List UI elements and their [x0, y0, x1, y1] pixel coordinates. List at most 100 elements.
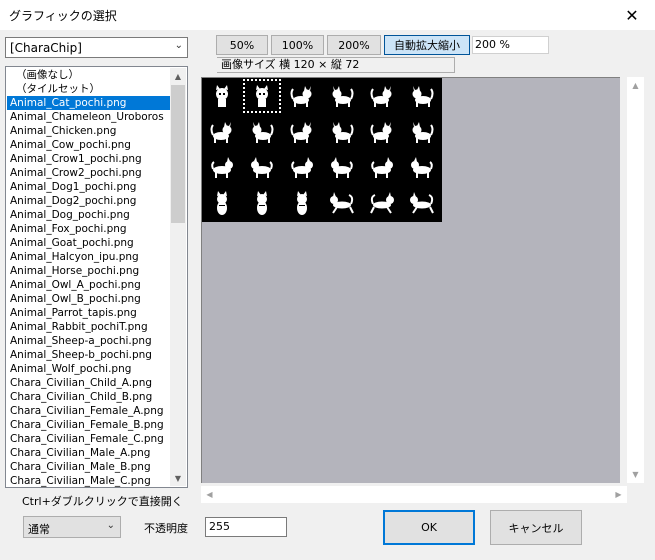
file-list-item[interactable]: Animal_Parrot_tapis.png [7, 306, 171, 320]
image-preview[interactable] [201, 77, 620, 483]
file-list-item[interactable]: （タイルセット） [7, 82, 171, 96]
window-title: グラフィックの選択 [9, 9, 117, 23]
file-list-item[interactable]: Chara_Civilian_Male_B.png [7, 460, 171, 474]
file-list-item[interactable]: Chara_Civilian_Male_A.png [7, 446, 171, 460]
cat-sprite-icon [410, 192, 434, 214]
file-list-item[interactable]: Animal_Goat_pochi.png [7, 236, 171, 250]
ok-button[interactable]: OK [383, 510, 475, 545]
scroll-down-arrow-icon[interactable]: ▼ [170, 470, 186, 486]
sprite-cell[interactable] [282, 78, 322, 114]
sprite-sheet[interactable] [202, 78, 442, 222]
cat-sprite-icon [370, 192, 394, 214]
sprite-cell[interactable] [242, 186, 282, 222]
file-list-item[interactable]: Animal_Sheep-a_pochi.png [7, 334, 171, 348]
sprite-cell[interactable] [202, 78, 242, 114]
sprite-cell[interactable] [362, 150, 402, 186]
sprite-cell[interactable] [242, 150, 282, 186]
scroll-up-arrow-icon[interactable]: ▲ [170, 68, 186, 84]
folder-dropdown-value: [CharaChip] [10, 41, 82, 55]
file-list-scrollbar[interactable]: ▲ ▼ [170, 68, 186, 486]
file-list-item[interactable]: Animal_Dog_pochi.png [7, 208, 171, 222]
file-list-item[interactable]: Animal_Fox_pochi.png [7, 222, 171, 236]
file-list-item[interactable]: Animal_Owl_A_pochi.png [7, 278, 171, 292]
cat-sprite-icon [256, 85, 268, 107]
sprite-cell[interactable] [322, 78, 362, 114]
opacity-label: 不透明度 [144, 522, 188, 535]
file-list-item[interactable]: Animal_Cow_pochi.png [7, 138, 171, 152]
file-list[interactable]: （画像なし） （タイルセット） Animal_Cat_pochi.png Animal… [5, 66, 188, 488]
sprite-cell[interactable] [402, 78, 442, 114]
scroll-left-arrow-icon[interactable]: ◀ [201, 486, 218, 503]
sprite-cell[interactable] [202, 150, 242, 186]
file-list-item[interactable]: Animal_Dog1_pochi.png [7, 180, 171, 194]
file-list-item[interactable]: Animal_Horse_pochi.png [7, 264, 171, 278]
open-hint-label: Ctrl+ダブルクリックで直接開く [22, 495, 183, 508]
cat-sprite-icon [412, 86, 434, 107]
file-list-item[interactable]: Animal_Halcyon_ipu.png [7, 250, 171, 264]
blend-mode-value: 通常 [28, 523, 50, 536]
opacity-input[interactable]: 255 [205, 517, 287, 537]
sprite-cell[interactable] [362, 78, 402, 114]
file-list-item[interactable]: Animal_Wolf_pochi.png [7, 362, 171, 376]
file-list-item[interactable]: Chara_Civilian_Female_C.png [7, 432, 171, 446]
zoom-value-field[interactable]: 200 % [472, 36, 549, 54]
cat-sprite-icon [330, 192, 354, 214]
scroll-thumb[interactable] [171, 85, 185, 223]
zoom-50-button[interactable]: 50% [216, 35, 268, 55]
zoom-100-button[interactable]: 100% [271, 35, 324, 55]
file-list-item[interactable]: Animal_Crow2_pochi.png [7, 166, 171, 180]
file-list-item[interactable]: Chara_Civilian_Female_B.png [7, 418, 171, 432]
preview-horizontal-scrollbar[interactable]: ◀ ▶ [201, 486, 627, 503]
file-list-item[interactable]: Animal_Sheep-b_pochi.png [7, 348, 171, 362]
file-list-item[interactable]: Animal_Crow1_pochi.png [7, 152, 171, 166]
zoom-200-button[interactable]: 200% [327, 35, 381, 55]
close-button[interactable]: ✕ [609, 0, 655, 30]
file-list-item[interactable]: Chara_Civilian_Child_B.png [7, 390, 171, 404]
file-list-item[interactable]: Chara_Civilian_Female_A.png [7, 404, 171, 418]
file-list-item[interactable]: Animal_Dog2_pochi.png [7, 194, 171, 208]
sprite-cell[interactable] [282, 114, 322, 150]
cancel-button[interactable]: キャンセル [490, 510, 582, 545]
sprite-cell[interactable] [322, 150, 362, 186]
title-bar: グラフィックの選択 ✕ [0, 0, 655, 30]
sprite-cell[interactable] [322, 186, 362, 222]
sprite-cell[interactable] [202, 186, 242, 222]
cat-sprite-icon [411, 157, 433, 178]
sprite-cell[interactable] [402, 186, 442, 222]
cat-sprite-icon [216, 85, 228, 107]
cat-sprite-icon [371, 157, 393, 178]
file-list-item[interactable]: Chara_Civilian_Male_C.png [7, 474, 171, 487]
sprite-cell[interactable] [242, 78, 282, 114]
sprite-cell[interactable] [402, 150, 442, 186]
cat-sprite-icon [331, 157, 353, 178]
sprite-cell[interactable] [242, 114, 282, 150]
file-list-item[interactable]: Chara_Civilian_Child_A.png [7, 376, 171, 390]
file-list-item[interactable]: Animal_Chameleon_Uroboros [7, 110, 171, 124]
sprite-cell[interactable] [282, 150, 322, 186]
auto-zoom-button[interactable]: 自動拡大縮小 [384, 35, 470, 55]
sprite-cell[interactable] [362, 186, 402, 222]
image-size-info: 画像サイズ 横 120 × 縦 72 [217, 57, 455, 73]
file-list-item[interactable]: Animal_Chicken.png [7, 124, 171, 138]
file-list-item[interactable]: Animal_Rabbit_pochiT.png [7, 320, 171, 334]
sprite-cell[interactable] [202, 114, 242, 150]
scroll-right-arrow-icon[interactable]: ▶ [610, 486, 627, 503]
cat-sprite-icon [252, 122, 274, 143]
cat-sprite-icon [370, 86, 392, 107]
scroll-down-arrow-icon[interactable]: ▼ [627, 466, 644, 483]
cat-sprite-icon [211, 157, 233, 178]
folder-dropdown[interactable]: [CharaChip] ⌄ [5, 37, 188, 58]
cat-sprite-icon [210, 122, 232, 143]
sprite-cell[interactable] [322, 114, 362, 150]
scroll-up-arrow-icon[interactable]: ▲ [627, 77, 644, 94]
file-list-item[interactable]: Animal_Owl_B_pochi.png [7, 292, 171, 306]
preview-vertical-scrollbar[interactable]: ▲ ▼ [627, 77, 644, 483]
cat-sprite-icon [291, 157, 313, 178]
file-list-item[interactable]: （画像なし） [7, 68, 171, 82]
file-list-item[interactable]: Animal_Cat_pochi.png [7, 96, 171, 110]
blend-mode-dropdown[interactable]: 通常 ⌄ [23, 516, 121, 538]
sprite-cell[interactable] [362, 114, 402, 150]
cat-sprite-icon [332, 122, 354, 143]
sprite-cell[interactable] [282, 186, 322, 222]
sprite-cell[interactable] [402, 114, 442, 150]
